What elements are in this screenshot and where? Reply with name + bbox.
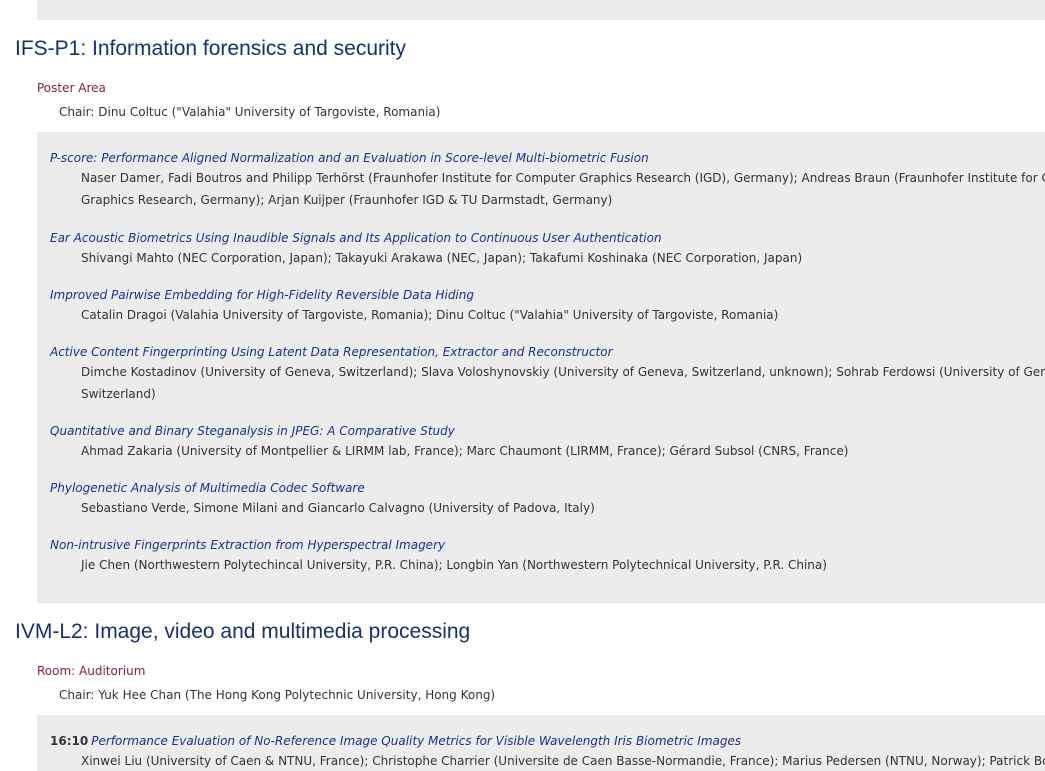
paper-item: Improved Pairwise Embedding for High-Fid… (50, 286, 1045, 326)
paper-authors: Catalin Dragoi (Valahia University of Ta… (81, 308, 779, 322)
paper-authors: Sebastiano Verde, Simone Milani and Gian… (81, 501, 595, 515)
paper-title-link[interactable]: Improved Pairwise Embedding for High-Fid… (50, 286, 1045, 304)
paper-title-link[interactable]: Non-intrusive Fingerprints Extraction fr… (50, 536, 1045, 554)
paper-title-link[interactable]: Phylogenetic Analysis of Multimedia Code… (50, 479, 1045, 497)
paper-title-link[interactable]: 16:10 Performance Evaluation of No-Refere… (50, 732, 1045, 750)
paper-authors: Ahmad Zakaria (University of Montpellier… (81, 444, 849, 458)
paper-authors-continued: Switzerland) (81, 387, 156, 401)
paper-item: P-score: Performance Aligned Normalizati… (50, 149, 1045, 211)
paper-item: 16:10 Performance Evaluation of No-Refere… (50, 732, 1045, 771)
session-title: IFS-P1: Information forensics and securi… (15, 37, 406, 60)
paper-authors: Shivangi Mahto (NEC Corporation, Japan);… (81, 251, 803, 265)
session-chair: Chair: Dinu Coltuc ("Valahia" University… (59, 105, 441, 119)
paper-authors-continued: Graphics Research, Germany); Arjan Kuijp… (81, 193, 613, 207)
paper-list: 16:10 Performance Evaluation of No-Refere… (37, 715, 1045, 771)
paper-authors: Xinwei Liu (University of Caen & NTNU, F… (81, 754, 1045, 768)
session-chair: Chair: Yuk Hee Chan (The Hong Kong Polyt… (59, 688, 496, 702)
paper-item: Phylogenetic Analysis of Multimedia Code… (50, 479, 1045, 519)
paper-list: P-score: Performance Aligned Normalizati… (37, 132, 1045, 603)
paper-title-link[interactable]: Quantitative and Binary Steganalysis in … (50, 422, 1045, 440)
session-room: Poster Area (37, 81, 106, 95)
previous-session-papers-block (37, 0, 1045, 20)
paper-item: Non-intrusive Fingerprints Extraction fr… (50, 536, 1045, 576)
paper-item: Ear Acoustic Biometrics Using Inaudible … (50, 229, 1045, 269)
paper-time: 16:10 (50, 734, 89, 748)
session-title: IVM-L2: Image, video and multimedia proc… (15, 620, 471, 643)
paper-authors: Naser Damer, Fadi Boutros and Philipp Te… (81, 171, 1045, 185)
paper-title-link[interactable]: Ear Acoustic Biometrics Using Inaudible … (50, 229, 1045, 247)
session-room: Room: Auditorium (37, 664, 146, 678)
paper-title-link[interactable]: P-score: Performance Aligned Normalizati… (50, 149, 1045, 167)
paper-item: Active Content Fingerprinting Using Late… (50, 343, 1045, 405)
paper-authors: Dimche Kostadinov (University of Geneva,… (81, 365, 1045, 379)
paper-item: Quantitative and Binary Steganalysis in … (50, 422, 1045, 462)
paper-title-link[interactable]: Active Content Fingerprinting Using Late… (50, 343, 1045, 361)
paper-authors: Jie Chen (Northwestern Polytechincal Uni… (81, 558, 827, 572)
paper-title-text[interactable]: Performance Evaluation of No-Reference I… (91, 734, 741, 748)
